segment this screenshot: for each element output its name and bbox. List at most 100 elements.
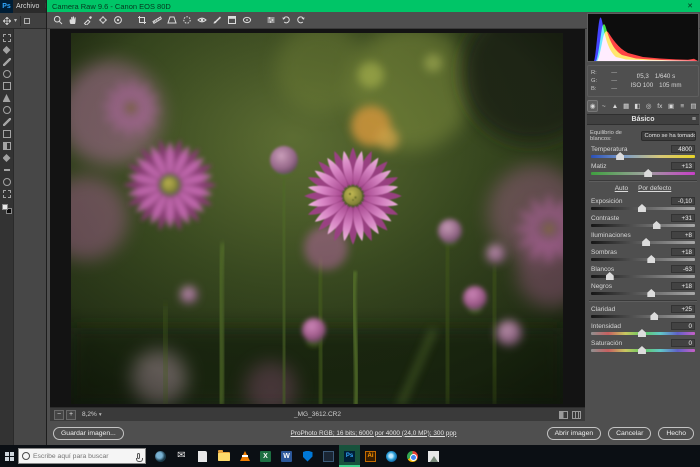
type-tool-icon[interactable]	[3, 166, 11, 174]
dialog-titlebar[interactable]: Camera Raw 9.6 - Canon EOS 80D ✕	[47, 0, 700, 12]
workflow-options-link[interactable]: ProPhoto RGB; 16 bits; 6000 por 4000 (24…	[291, 430, 457, 437]
slider-thumb[interactable]	[653, 221, 661, 229]
start-button[interactable]	[0, 445, 18, 467]
slider-thumb[interactable]	[647, 289, 655, 297]
taskbar-chrome-icon[interactable]	[402, 445, 423, 467]
zoom-level-select[interactable]: 8,2%	[82, 411, 97, 418]
graduated-filter-tool-icon[interactable]	[226, 14, 238, 26]
slider-thumb[interactable]	[616, 152, 624, 160]
checkbox-icon[interactable]	[24, 18, 30, 24]
red-eye-removal-tool-icon[interactable]	[196, 14, 208, 26]
crop-tool-icon[interactable]	[136, 14, 148, 26]
taskbar-defender-icon[interactable]	[297, 445, 318, 467]
rotate-left-icon[interactable]	[280, 14, 292, 26]
color-sampler-tool-icon[interactable]	[97, 14, 109, 26]
slider-value-field[interactable]: +8	[671, 231, 695, 239]
tab-detail[interactable]: ▲	[609, 100, 620, 112]
tab-snapshots[interactable]: ▤	[688, 100, 699, 112]
taskbar-word-icon[interactable]: W	[276, 445, 297, 467]
close-icon[interactable]: ✕	[685, 2, 695, 10]
slider-thumb[interactable]	[642, 238, 650, 246]
panel-menu-icon[interactable]: ≡	[692, 116, 696, 123]
taskbar-cortana-circle-icon[interactable]	[150, 445, 171, 467]
tab-lens-corrections[interactable]: ◎	[643, 100, 654, 112]
microphone-icon[interactable]	[137, 453, 140, 459]
tab-split-toning[interactable]: ◧	[632, 100, 643, 112]
lasso-tool-icon[interactable]	[3, 58, 11, 66]
tab-presets[interactable]: ≡	[677, 100, 688, 112]
menu-archivo[interactable]: Archivo	[13, 3, 42, 10]
preview-layout-icon[interactable]	[572, 411, 581, 419]
hand-tool-icon[interactable]	[3, 178, 11, 186]
search-input[interactable]	[33, 453, 134, 460]
slider-thumb[interactable]	[638, 329, 646, 337]
white-balance-tool-icon[interactable]	[82, 14, 94, 26]
slider-track[interactable]	[591, 349, 695, 352]
color-swatches[interactable]	[2, 204, 12, 214]
slider-value-field[interactable]: -0,10	[671, 197, 695, 205]
slider-track[interactable]	[591, 207, 695, 210]
healing-brush-tool-icon[interactable]	[3, 106, 11, 114]
chevron-down-icon[interactable]: ▾	[99, 412, 102, 418]
slider-value-field[interactable]: +13	[671, 162, 695, 170]
transform-tool-icon[interactable]	[166, 14, 178, 26]
zoom-tool-icon[interactable]	[52, 14, 64, 26]
taskbar-excel-icon[interactable]: X	[255, 445, 276, 467]
preferences-icon[interactable]	[265, 14, 277, 26]
photo-canvas[interactable]	[71, 33, 563, 404]
slider-track[interactable]	[591, 155, 695, 158]
marquee-tool-icon[interactable]	[3, 34, 11, 42]
foreground-color-swatch[interactable]	[2, 204, 8, 210]
slider-value-field[interactable]: 0	[671, 339, 695, 347]
slider-track[interactable]	[591, 241, 695, 244]
tab-tone-curve[interactable]: ~	[598, 100, 609, 112]
slider-track[interactable]	[591, 315, 695, 318]
dropdown-caret-icon[interactable]: ▾	[14, 17, 17, 24]
taskbar-photos-icon[interactable]	[423, 445, 444, 467]
brush-tool-icon[interactable]	[3, 118, 11, 126]
slider-value-field[interactable]: +25	[671, 305, 695, 313]
slider-track[interactable]	[591, 172, 695, 175]
taskbar-illustrator-icon[interactable]: Ai	[360, 445, 381, 467]
slider-thumb[interactable]	[650, 312, 658, 320]
zoom-out-button[interactable]: −	[54, 410, 64, 420]
pen-tool-icon[interactable]	[3, 154, 11, 162]
default-link[interactable]: Por defecto	[638, 185, 671, 194]
slider-thumb[interactable]	[644, 169, 652, 177]
slider-track[interactable]	[591, 258, 695, 261]
tab-camera-calibration[interactable]: ▣	[665, 100, 676, 112]
crop-tool-icon[interactable]	[3, 82, 11, 90]
white-balance-select[interactable]: Como se ha tomado ▾	[641, 131, 696, 141]
slider-value-field[interactable]: +18	[671, 282, 695, 290]
eyedropper-tool-icon[interactable]	[3, 94, 11, 102]
spot-removal-tool-icon[interactable]	[181, 14, 193, 26]
auto-link[interactable]: Auto	[615, 185, 628, 194]
slider-value-field[interactable]: 4800	[671, 145, 695, 153]
slider-value-field[interactable]: -63	[671, 265, 695, 273]
slider-track[interactable]	[591, 292, 695, 295]
zoom-in-button[interactable]: +	[66, 410, 76, 420]
adjustment-brush-tool-icon[interactable]	[211, 14, 223, 26]
slider-value-field[interactable]: +18	[671, 248, 695, 256]
slider-track[interactable]	[591, 224, 695, 227]
taskbar-photoshop-icon[interactable]: Ps	[339, 445, 360, 467]
slider-thumb[interactable]	[638, 204, 646, 212]
straighten-tool-icon[interactable]	[151, 14, 163, 26]
clone-stamp-tool-icon[interactable]	[3, 130, 11, 138]
taskbar-adobe-app-icon[interactable]	[318, 445, 339, 467]
taskbar-edge-icon[interactable]	[381, 445, 402, 467]
taskbar-document-icon[interactable]	[192, 445, 213, 467]
slider-value-field[interactable]: +31	[671, 214, 695, 222]
tab-hsl-grayscale[interactable]: ▦	[621, 100, 632, 112]
gradient-tool-icon[interactable]	[3, 142, 11, 150]
zoom-tool-icon[interactable]	[3, 190, 11, 198]
taskbar-mail-icon[interactable]: ✉	[171, 445, 192, 467]
slider-value-field[interactable]: 0	[671, 322, 695, 330]
slider-thumb[interactable]	[647, 255, 655, 263]
save-image-button[interactable]: Guardar imagen...	[53, 427, 124, 440]
targeted-adjustment-tool-icon[interactable]	[112, 14, 124, 26]
rotate-right-icon[interactable]	[295, 14, 307, 26]
slider-track[interactable]	[591, 275, 695, 278]
slider-track[interactable]	[591, 332, 695, 335]
slider-thumb[interactable]	[606, 272, 614, 280]
